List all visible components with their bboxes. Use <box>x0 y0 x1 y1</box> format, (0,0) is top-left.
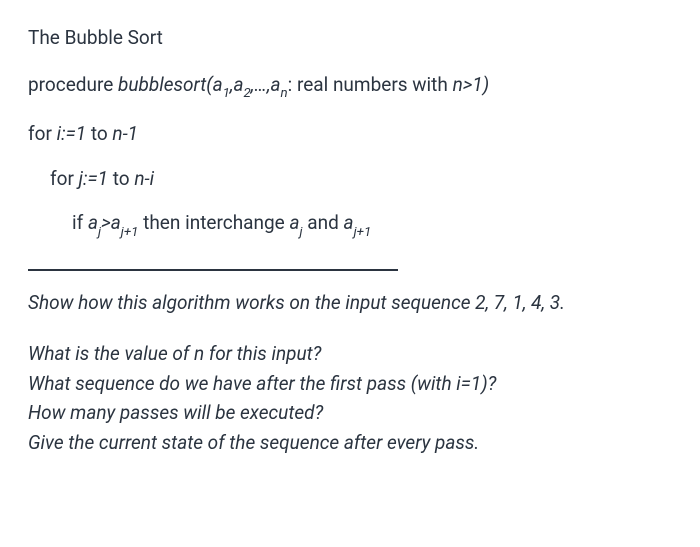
question-1: What is the value of n for this input? <box>28 339 672 368</box>
sub: j <box>299 225 302 240</box>
proc-keyword: procedure <box>28 73 118 96</box>
t: a <box>289 211 299 234</box>
t: j:=1 <box>79 167 108 190</box>
question-3: How many passes will be executed? <box>28 398 672 427</box>
question-intro: Show how this algorithm works on the inp… <box>28 289 672 318</box>
t: i:=1 <box>57 122 87 145</box>
t: : <box>288 73 297 96</box>
question-4: Give the current state of the sequence a… <box>28 428 672 457</box>
t: ,a <box>230 73 244 96</box>
if-line: if aj>aj+1 then interchange aj and aj+1 <box>72 209 672 241</box>
sub: 2 <box>244 86 251 101</box>
question-list: What is the value of n for this input? W… <box>28 339 672 457</box>
for-i-line: for i:=1 to n-1 <box>28 120 672 149</box>
for-j-line: for j:=1 to n-i <box>50 165 672 194</box>
t: then interchange <box>138 211 289 234</box>
t: to <box>86 122 112 145</box>
sub: 1 <box>223 86 230 101</box>
sub: n <box>280 86 287 101</box>
t: bubblesort(a <box>118 73 223 96</box>
t: a <box>88 211 98 234</box>
t: n-1 <box>112 122 138 145</box>
aj3: aj+1 <box>344 211 372 234</box>
aj2: aj <box>289 211 302 234</box>
t: n-i <box>134 167 154 190</box>
t: and <box>303 211 344 234</box>
t: if <box>72 211 88 234</box>
divider <box>28 269 398 271</box>
page-title: The Bubble Sort <box>28 24 672 53</box>
sub: j+1 <box>121 225 139 240</box>
t: >a <box>101 211 121 234</box>
t: for <box>28 122 57 145</box>
question-2: What sequence do we have after the first… <box>28 369 672 398</box>
procedure-line: procedure bubblesort(a1,a2,…,an: real nu… <box>28 71 672 103</box>
t: ,…,a <box>251 73 281 96</box>
t: a <box>344 211 354 234</box>
t: for <box>50 167 79 190</box>
proc-name: bubblesort(a1,a2,…,an <box>118 73 288 96</box>
cond: n>1) <box>453 73 490 96</box>
sub: j+1 <box>354 225 372 240</box>
sub: j <box>98 225 101 240</box>
t: to <box>108 167 134 190</box>
t: real numbers with <box>297 73 453 96</box>
aj: aj>aj+1 <box>88 211 138 234</box>
